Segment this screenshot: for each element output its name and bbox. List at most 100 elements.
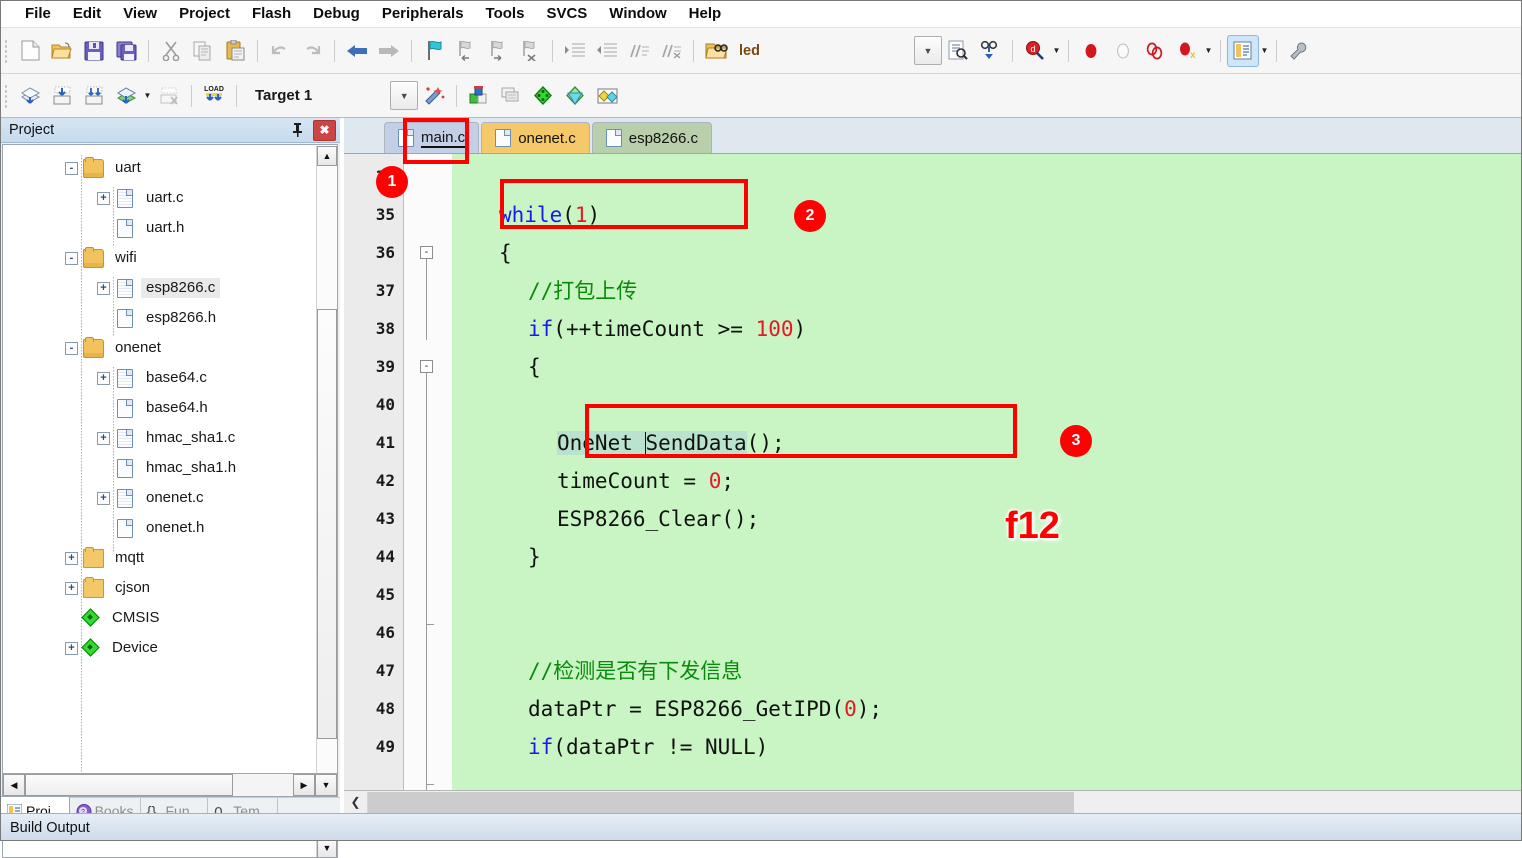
- tree-item-uart[interactable]: - uart: [3, 153, 313, 183]
- code-text-area[interactable]: while(1){//打包上传 if(++timeCount >= 100){On…: [452, 154, 1522, 790]
- scroll-up-button[interactable]: ▲: [317, 146, 337, 166]
- project-tree-hscrollbar[interactable]: ◀ ▶ ▼: [2, 773, 338, 797]
- save-all-icon[interactable]: [110, 35, 142, 67]
- uncomment-icon[interactable]: [655, 35, 687, 67]
- new-file-icon[interactable]: [14, 35, 46, 67]
- breakpoint-dropdown-caret[interactable]: ▼: [1203, 36, 1214, 66]
- bookmark-list-icon[interactable]: [942, 35, 974, 67]
- code-line[interactable]: timeCount = 0;: [557, 462, 734, 500]
- code-line[interactable]: OneNet_SendData();: [557, 424, 785, 462]
- tree-item-onenet-h[interactable]: onenet.h: [3, 513, 313, 543]
- bookmark-next-icon[interactable]: [482, 35, 514, 67]
- manage-run-time-icon[interactable]: [463, 80, 495, 112]
- tree-item-uart-c[interactable]: + uart.c: [3, 183, 313, 213]
- indent-icon[interactable]: [559, 35, 591, 67]
- bookmark-toggle-icon[interactable]: [418, 35, 450, 67]
- editor-tab-onenet-c[interactable]: onenet.c: [481, 122, 590, 153]
- breakpoint-disable-all-icon[interactable]: [1139, 35, 1171, 67]
- expand-icon[interactable]: +: [65, 551, 78, 565]
- menu-item-flash[interactable]: Flash: [241, 2, 302, 25]
- outdent-icon[interactable]: [591, 35, 623, 67]
- project-tree[interactable]: - uart + uart.c uart.h - wifi + esp8266.c esp8266…: [2, 144, 338, 858]
- close-icon[interactable]: ✖: [313, 119, 336, 141]
- expand-icon[interactable]: +: [65, 641, 78, 655]
- tree-item-mqtt[interactable]: + mqtt: [3, 543, 313, 573]
- code-line[interactable]: //检测是否有下发信息: [528, 652, 742, 690]
- pin-icon[interactable]: [287, 120, 307, 140]
- collapse-icon[interactable]: -: [65, 251, 78, 265]
- code-line[interactable]: if(++timeCount >= 100): [528, 310, 806, 348]
- editor-tab-esp8266-c[interactable]: esp8266.c: [591, 122, 712, 153]
- collapse-icon[interactable]: -: [65, 341, 78, 355]
- code-line[interactable]: dataPtr = ESP8266_GetIPD(0);: [528, 690, 882, 728]
- scroll-right-button[interactable]: ▶: [293, 774, 315, 796]
- rebuild-all-icon[interactable]: [78, 80, 110, 112]
- batch-build-dropdown-caret[interactable]: ▼: [142, 81, 153, 111]
- code-fold-column[interactable]: --: [404, 154, 452, 790]
- editor-hscrollbar[interactable]: ❮: [344, 790, 1522, 813]
- project-window-icon[interactable]: [1226, 34, 1259, 67]
- tree-item-wifi[interactable]: - wifi: [3, 243, 313, 273]
- pack-installer-icon[interactable]: [527, 80, 559, 112]
- tree-item-esp8266-c[interactable]: + esp8266.c: [3, 273, 313, 303]
- configure-icon[interactable]: [1283, 35, 1315, 67]
- copy-icon[interactable]: [187, 35, 219, 67]
- download-icon[interactable]: LOAD: [198, 80, 230, 112]
- tree-item-hmac_sha1-h[interactable]: hmac_sha1.h: [3, 453, 313, 483]
- scroll-dropdown-button[interactable]: ▼: [315, 774, 337, 796]
- menu-item-svcs[interactable]: SVCS: [535, 2, 598, 25]
- build-target-icon[interactable]: [46, 80, 78, 112]
- navigate-forward-icon[interactable]: [373, 35, 405, 67]
- menu-item-edit[interactable]: Edit: [62, 2, 112, 25]
- find-text-value[interactable]: led: [739, 43, 760, 59]
- menu-item-file[interactable]: File: [14, 2, 62, 25]
- target-options-icon[interactable]: [418, 80, 450, 112]
- open-file-icon[interactable]: [46, 35, 78, 67]
- menu-item-view[interactable]: View: [112, 2, 168, 25]
- tree-item-cjson[interactable]: + cjson: [3, 573, 313, 603]
- redo-icon[interactable]: [296, 35, 328, 67]
- find-scope-dropdown[interactable]: ▼: [913, 36, 942, 65]
- cut-icon[interactable]: [155, 35, 187, 67]
- editor-hscrollbar-thumb[interactable]: [368, 791, 1074, 813]
- tree-item-device[interactable]: + Device: [3, 633, 313, 663]
- expand-icon[interactable]: +: [65, 581, 78, 595]
- select-software-packs-icon[interactable]: [559, 80, 591, 112]
- editor-hscrollbar-track[interactable]: [1074, 791, 1522, 813]
- hscrollbar-track[interactable]: [233, 774, 293, 796]
- editor-tab-main-c[interactable]: main.c: [384, 122, 480, 153]
- expand-icon[interactable]: +: [97, 281, 110, 295]
- menu-item-peripherals[interactable]: Peripherals: [371, 2, 475, 25]
- manage-multi-project-icon[interactable]: [495, 80, 527, 112]
- collapse-icon[interactable]: -: [65, 161, 78, 175]
- manage-packs-icon[interactable]: [591, 80, 623, 112]
- expand-icon[interactable]: +: [97, 191, 110, 205]
- menu-item-debug[interactable]: Debug: [302, 2, 371, 25]
- editor-scroll-left-button[interactable]: ❮: [344, 791, 368, 813]
- tree-item-base64-c[interactable]: + base64.c: [3, 363, 313, 393]
- code-line[interactable]: if(dataPtr != NULL): [528, 728, 768, 766]
- translate-file-icon[interactable]: [14, 80, 46, 112]
- code-line[interactable]: ESP8266_Clear();: [557, 500, 759, 538]
- project-tree-scrollbar[interactable]: ▲ ▼: [316, 146, 337, 857]
- scrollbar-thumb[interactable]: [317, 309, 337, 739]
- tree-item-hmac_sha1-c[interactable]: + hmac_sha1.c: [3, 423, 313, 453]
- code-line[interactable]: while(1): [499, 196, 600, 234]
- batch-build-icon[interactable]: [110, 80, 142, 112]
- menu-item-window[interactable]: Window: [598, 2, 677, 25]
- tree-item-onenet[interactable]: - onenet: [3, 333, 313, 363]
- fold-collapse-icon[interactable]: -: [420, 360, 433, 373]
- menu-item-help[interactable]: Help: [678, 2, 733, 25]
- navigate-back-icon[interactable]: [341, 35, 373, 67]
- target-selector-value[interactable]: Target 1: [255, 87, 312, 104]
- go-to-definition-icon[interactable]: [974, 35, 1006, 67]
- debug-start-icon[interactable]: d: [1019, 35, 1051, 67]
- save-icon[interactable]: [78, 35, 110, 67]
- tree-item-esp8266-h[interactable]: esp8266.h: [3, 303, 313, 333]
- target-selector-dropdown[interactable]: ▼: [390, 81, 419, 110]
- tree-item-uart-h[interactable]: uart.h: [3, 213, 313, 243]
- menu-item-project[interactable]: Project: [168, 2, 241, 25]
- stop-build-icon[interactable]: [153, 80, 185, 112]
- code-line[interactable]: {: [499, 234, 512, 272]
- code-pane[interactable]: 34 35 36 37 38 39 40 41 42 43 44 45 46 47 48 49 -- whil…: [344, 154, 1522, 790]
